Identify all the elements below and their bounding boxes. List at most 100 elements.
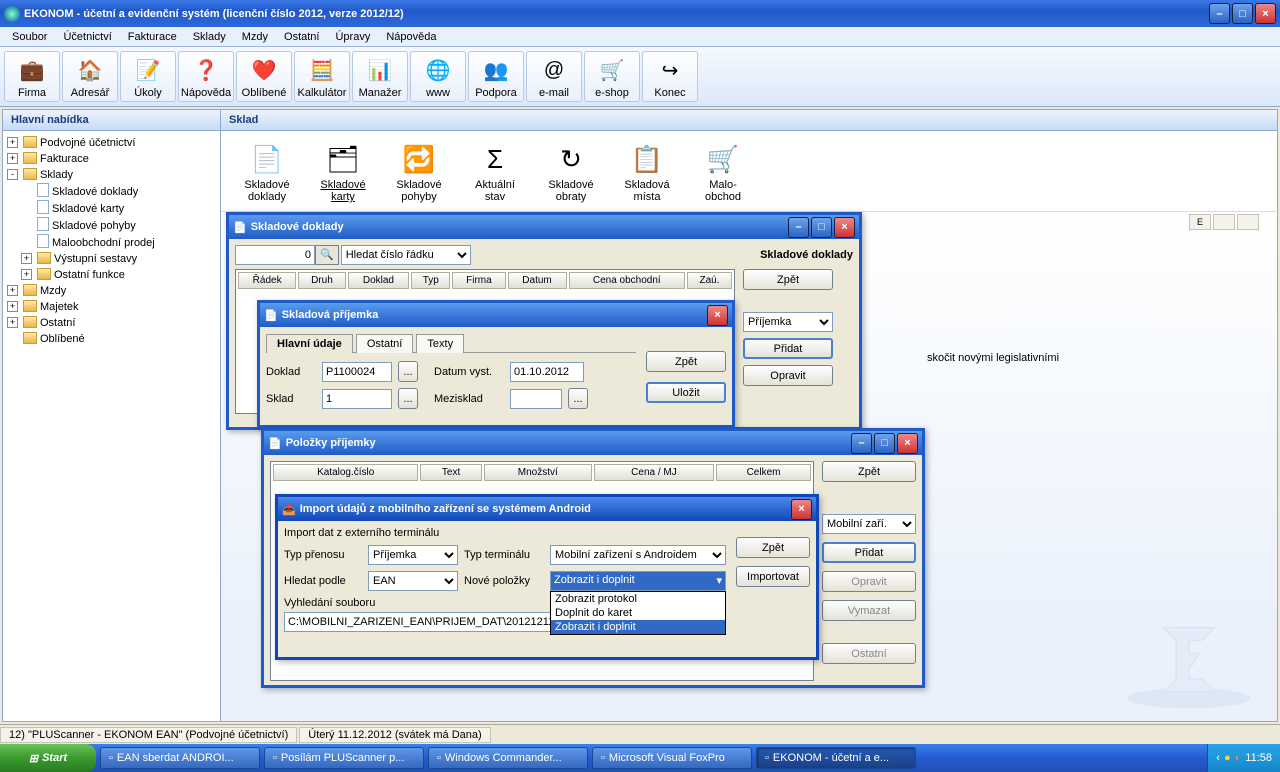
close-button[interactable]: × bbox=[897, 433, 918, 454]
menu-ostatní[interactable]: Ostatní bbox=[276, 29, 327, 45]
sklad-pohyby[interactable]: 🔁Skladovépohyby bbox=[389, 139, 449, 203]
toolbar-oblíbené[interactable]: ❤️Oblíbené bbox=[236, 51, 292, 102]
tree-item[interactable]: Skladové pohyby bbox=[21, 217, 216, 234]
toolbar-úkoly[interactable]: 📝Úkoly bbox=[120, 51, 176, 102]
maximize-button[interactable]: □ bbox=[1232, 3, 1253, 24]
add-button[interactable]: Přidat bbox=[743, 338, 833, 359]
save-button[interactable]: Uložit bbox=[646, 382, 726, 403]
expand-icon[interactable]: + bbox=[21, 269, 32, 280]
doklad-input[interactable] bbox=[322, 362, 392, 382]
dropdown-option[interactable]: Zobrazit i doplnit bbox=[551, 620, 725, 634]
edit-button[interactable]: Opravit bbox=[743, 365, 833, 386]
col-header[interactable]: Typ bbox=[411, 272, 450, 289]
expand-icon[interactable]: + bbox=[21, 253, 32, 264]
toolbar-nápověda[interactable]: ❓Nápověda bbox=[178, 51, 234, 102]
taskbar-task[interactable]: ▫Microsoft Visual FoxPro bbox=[592, 747, 752, 769]
tree-item[interactable]: +Mzdy bbox=[7, 283, 216, 299]
expand-icon[interactable]: - bbox=[7, 169, 18, 180]
col-header[interactable]: Cena obchodní bbox=[569, 272, 685, 289]
row-number-input[interactable] bbox=[235, 245, 315, 265]
dropdown-option[interactable]: Zobrazit protokol bbox=[551, 592, 725, 606]
search-combo[interactable]: Hledat číslo řádku bbox=[341, 245, 471, 265]
maximize-button[interactable]: □ bbox=[811, 217, 832, 238]
menu-sklady[interactable]: Sklady bbox=[185, 29, 234, 45]
close-button[interactable]: × bbox=[1255, 3, 1276, 24]
sklad-stav[interactable]: ΣAktuálnístav bbox=[465, 139, 525, 203]
delete-button[interactable]: Vymazat bbox=[822, 600, 916, 621]
back-button[interactable]: Zpět bbox=[736, 537, 810, 558]
toolbar-firma[interactable]: 💼Firma bbox=[4, 51, 60, 102]
menu-úpravy[interactable]: Úpravy bbox=[327, 29, 378, 45]
expand-icon[interactable]: + bbox=[7, 301, 18, 312]
doklad-browse[interactable]: ... bbox=[398, 361, 418, 382]
tab-hlavni[interactable]: Hlavní údaje bbox=[266, 334, 353, 353]
tray-icon[interactable]: ◐ bbox=[1235, 752, 1242, 764]
col-header[interactable]: Katalog.číslo bbox=[273, 464, 418, 481]
toolbar-konec[interactable]: ↪Konec bbox=[642, 51, 698, 102]
back-button[interactable]: Zpět bbox=[646, 351, 726, 372]
taskbar-task[interactable]: ▫EAN sberdat ANDROI... bbox=[100, 747, 260, 769]
taskbar-task[interactable]: ▫Windows Commander... bbox=[428, 747, 588, 769]
terminal-combo[interactable]: Mobilní zařízení s Androidem bbox=[550, 545, 726, 565]
toolbar-www[interactable]: 🌐www bbox=[410, 51, 466, 102]
toolbar-e-mail[interactable]: @e-mail bbox=[526, 51, 582, 102]
col-header[interactable]: Firma bbox=[452, 272, 505, 289]
menu-nápověda[interactable]: Nápověda bbox=[378, 29, 444, 45]
minimize-button[interactable]: – bbox=[1209, 3, 1230, 24]
search-icon[interactable]: 🔍 bbox=[315, 245, 339, 265]
menu-fakturace[interactable]: Fakturace bbox=[120, 29, 185, 45]
tree-item[interactable]: Skladové doklady bbox=[21, 183, 216, 200]
tree-item[interactable]: +Majetek bbox=[7, 299, 216, 315]
col-header[interactable]: Cena / MJ bbox=[594, 464, 714, 481]
tree-item[interactable]: Skladové karty bbox=[21, 200, 216, 217]
back-button[interactable]: Zpět bbox=[743, 269, 833, 290]
close-button[interactable]: × bbox=[707, 305, 728, 326]
nove-polozky-dropdown[interactable]: Zobrazit protokol Doplnit do karet Zobra… bbox=[550, 591, 726, 635]
sklad-obchod[interactable]: 🛒Malo-obchod bbox=[693, 139, 753, 203]
col-header[interactable]: Celkem bbox=[716, 464, 811, 481]
mobile-combo[interactable]: Mobilní zaří. bbox=[822, 514, 916, 534]
tree-item[interactable]: +Ostatní bbox=[7, 315, 216, 331]
col-header[interactable]: Doklad bbox=[348, 272, 410, 289]
edit-button[interactable]: Opravit bbox=[822, 571, 916, 592]
sklad-browse[interactable]: ... bbox=[398, 388, 418, 409]
col-header[interactable]: Zaú. bbox=[687, 272, 732, 289]
datum-input[interactable] bbox=[510, 362, 584, 382]
sklad-karty[interactable]: 🗂Skladovékarty bbox=[313, 139, 373, 203]
type-combo[interactable]: Příjemka bbox=[743, 312, 833, 332]
maximize-button[interactable]: □ bbox=[874, 433, 895, 454]
hledat-combo[interactable]: EAN bbox=[368, 571, 458, 591]
toolbar-adresář[interactable]: 🏠Adresář bbox=[62, 51, 118, 102]
sklad-input[interactable] bbox=[322, 389, 392, 409]
typ-prenosu-combo[interactable]: Příjemka bbox=[368, 545, 458, 565]
sklad-doklady[interactable]: 📄Skladovédoklady bbox=[237, 139, 297, 203]
tree-item[interactable]: +Fakturace bbox=[7, 151, 216, 167]
add-button[interactable]: Přidat bbox=[822, 542, 916, 563]
nav-tree[interactable]: +Podvojné účetnictví+Fakturace-SkladySkl… bbox=[3, 131, 220, 351]
tree-item[interactable]: Oblíbené bbox=[7, 331, 216, 347]
minimize-button[interactable]: – bbox=[851, 433, 872, 454]
expand-icon[interactable]: + bbox=[7, 317, 18, 328]
toolbar-manažer[interactable]: 📊Manažer bbox=[352, 51, 408, 102]
menu-účetnictví[interactable]: Účetnictví bbox=[55, 29, 119, 45]
tab-ostatni[interactable]: Ostatní bbox=[356, 334, 413, 353]
close-button[interactable]: × bbox=[791, 499, 812, 520]
expand-icon[interactable]: + bbox=[7, 153, 18, 164]
col-header[interactable]: Množství bbox=[484, 464, 592, 481]
toolbar-kalkulátor[interactable]: 🧮Kalkulátor bbox=[294, 51, 350, 102]
expand-icon[interactable]: + bbox=[7, 137, 18, 148]
col-header[interactable]: Řádek bbox=[238, 272, 296, 289]
nove-polozky-combo[interactable]: Zobrazit i doplnit▾ bbox=[550, 571, 726, 591]
expand-icon[interactable]: + bbox=[7, 285, 18, 296]
col-header[interactable]: Datum bbox=[508, 272, 567, 289]
mezisklad-browse[interactable]: ... bbox=[568, 388, 588, 409]
import-button[interactable]: Importovat bbox=[736, 566, 810, 587]
minimize-button[interactable]: – bbox=[788, 217, 809, 238]
tray-icon[interactable]: ● bbox=[1224, 752, 1231, 764]
tree-item[interactable]: -Sklady bbox=[7, 167, 216, 183]
col-header[interactable]: Druh bbox=[298, 272, 345, 289]
taskbar-task[interactable]: ▫Posílám PLUScanner p... bbox=[264, 747, 424, 769]
other-button[interactable]: Ostatní bbox=[822, 643, 916, 664]
sklad-obraty[interactable]: ↻Skladovéobraty bbox=[541, 139, 601, 203]
tree-item[interactable]: +Podvojné účetnictví bbox=[7, 135, 216, 151]
